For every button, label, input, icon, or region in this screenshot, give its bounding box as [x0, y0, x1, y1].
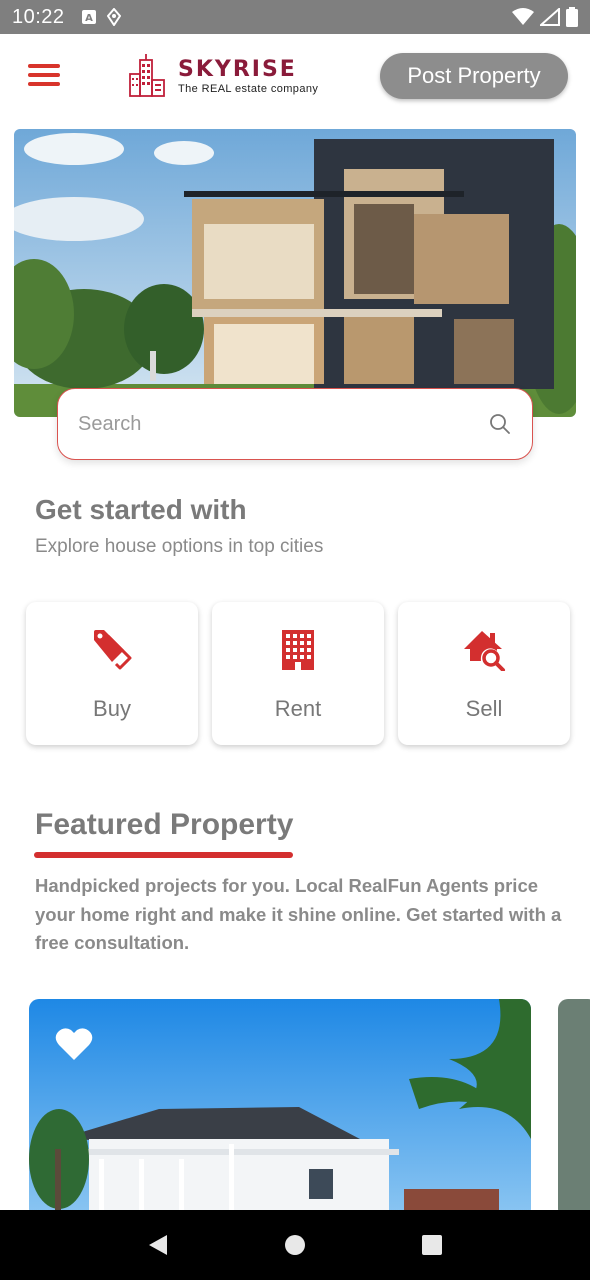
featured-title: Featured Property	[35, 808, 294, 841]
back-triangle-icon	[149, 1235, 168, 1255]
keyboard-notification-icon: A	[81, 10, 96, 24]
recents-nav-button[interactable]	[421, 1234, 443, 1256]
category-cards: Buy Rent Sell	[26, 602, 570, 745]
tag-icon	[94, 630, 132, 670]
wifi-icon	[512, 8, 534, 25]
logo-title: SKYRISE	[178, 56, 297, 82]
rent-card[interactable]: Rent	[212, 602, 384, 745]
buy-label: Buy	[93, 696, 131, 721]
home-nav-button[interactable]	[284, 1234, 306, 1256]
get-started-subtitle: Explore house options in top cities	[35, 536, 324, 557]
hamburger-menu-icon[interactable]	[28, 64, 62, 90]
house-search-icon	[464, 631, 505, 671]
status-time: 10:22	[12, 5, 65, 28]
featured-description: Handpicked projects for you. Local RealF…	[35, 875, 562, 953]
back-nav-button[interactable]	[147, 1233, 169, 1257]
buy-card[interactable]: Buy	[26, 602, 198, 745]
system-nav-bar	[0, 1210, 590, 1280]
brand-logo[interactable]: SKYRISE The REAL estate company	[128, 54, 318, 98]
search-bar[interactable]	[57, 388, 533, 460]
property-photo	[29, 999, 531, 1219]
hero-banner-image	[14, 129, 576, 417]
home-circle-icon	[284, 1235, 305, 1255]
post-property-button[interactable]: Post Property	[380, 53, 568, 99]
recents-square-icon	[421, 1235, 442, 1255]
search-icon[interactable]	[488, 412, 512, 436]
app-header: SKYRISE The REAL estate company Post Pro…	[0, 34, 590, 120]
search-input[interactable]	[78, 412, 488, 436]
next-property-card[interactable]	[558, 999, 590, 1219]
rent-label: Rent	[274, 696, 322, 721]
svg-text:A: A	[85, 13, 93, 24]
get-started-title: Get started with	[35, 494, 247, 525]
signal-icon	[540, 8, 560, 26]
data-saver-icon	[106, 8, 121, 26]
featured-underline	[34, 852, 293, 858]
favorite-heart-icon[interactable]	[55, 1027, 93, 1061]
logo-tagline: The REAL estate company	[178, 82, 319, 95]
status-bar: 10:22 A	[0, 0, 590, 34]
battery-icon	[566, 7, 578, 27]
sell-card[interactable]: Sell	[398, 602, 570, 745]
skyscraper-logo-icon	[129, 54, 165, 97]
building-icon	[282, 630, 314, 670]
sell-label: Sell	[465, 696, 503, 721]
featured-property-card[interactable]	[29, 999, 531, 1219]
